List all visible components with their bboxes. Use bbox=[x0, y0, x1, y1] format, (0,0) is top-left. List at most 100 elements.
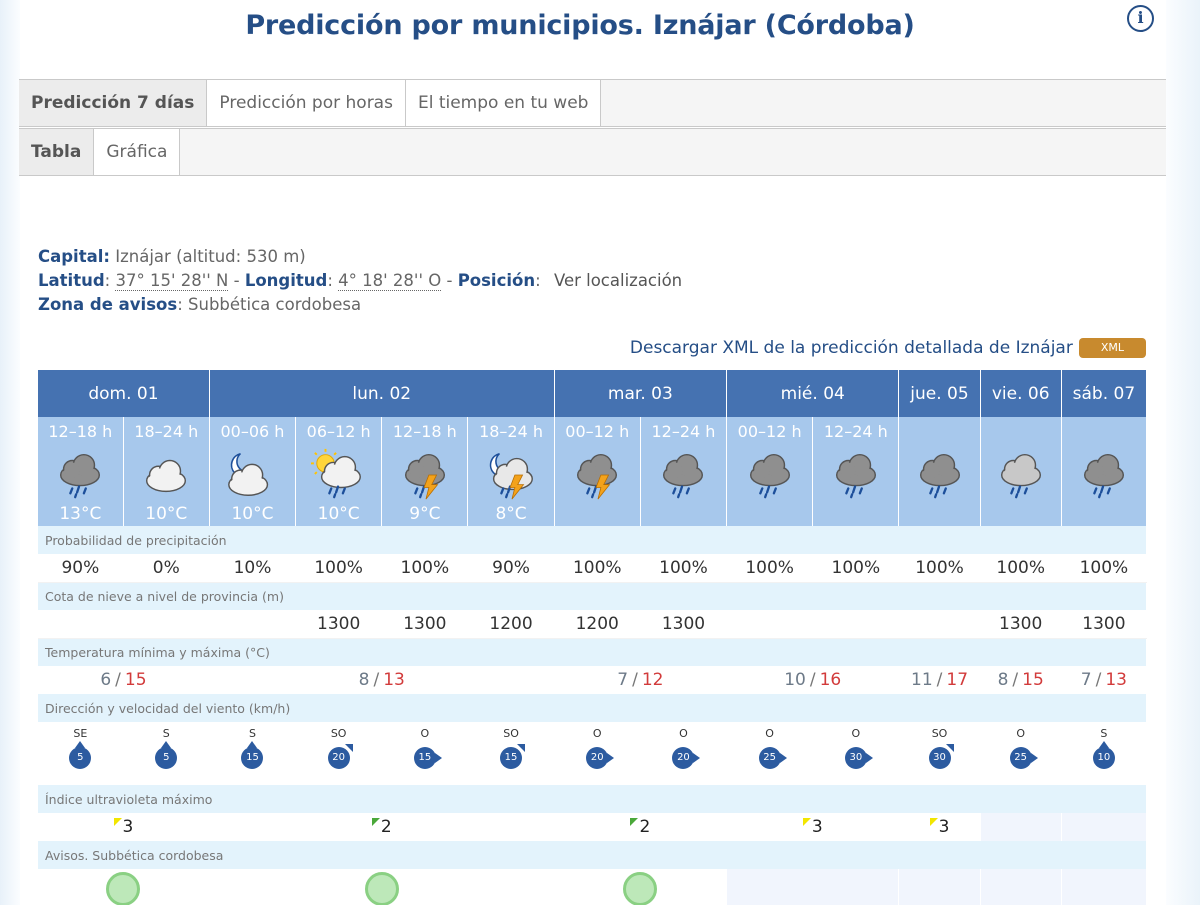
download-xml-link[interactable]: Descargar XML de la predicción detallada… bbox=[630, 338, 1073, 358]
uv-label: Índice ultravioleta máximo bbox=[38, 785, 1147, 813]
period-cell: 12–24 h bbox=[640, 417, 728, 526]
precip-cell: 100% bbox=[554, 554, 641, 583]
warning-cell bbox=[554, 869, 728, 905]
rain-cloud-icon bbox=[919, 453, 960, 499]
day-header: dom. 01 bbox=[38, 370, 210, 417]
xml-badge-button[interactable]: XML bbox=[1078, 338, 1146, 358]
right-background-rail bbox=[1166, 0, 1200, 905]
precip-cell: 90% bbox=[38, 554, 124, 583]
warning-cell bbox=[726, 869, 900, 905]
temp-min: 6 bbox=[100, 670, 112, 690]
tab-el-tiempo-en-tu-web[interactable]: El tiempo en tu web bbox=[405, 80, 602, 126]
period-cell: 00–12 h bbox=[554, 417, 641, 526]
temp-separator: / bbox=[809, 670, 816, 690]
period-cell: 12–18 h 13°C bbox=[38, 417, 124, 526]
uv-value: 3 bbox=[938, 817, 950, 837]
green-warning-circle-icon[interactable] bbox=[364, 872, 399, 905]
label-row: Dirección y velocidad del viento (km/h) bbox=[38, 694, 1147, 722]
ver-localizacion-link[interactable]: Ver localización bbox=[554, 271, 682, 290]
green-warning-circle-icon[interactable] bbox=[106, 872, 141, 905]
warning-zone-label: Zona de avisos bbox=[38, 295, 178, 314]
wind-arrow-icon bbox=[161, 741, 172, 748]
wind-cell: SO 20 bbox=[295, 722, 383, 785]
warnings-label: Avisos. Subbética cordobesa bbox=[38, 841, 1147, 869]
day-header: sáb. 07 bbox=[1061, 370, 1148, 417]
storm-rain-icon bbox=[577, 453, 618, 500]
uv-cell bbox=[980, 813, 1062, 841]
period-cell: 06–12 h 10°C bbox=[295, 417, 383, 526]
snow-cell bbox=[209, 610, 297, 639]
period-hours: 00–06 h bbox=[220, 422, 285, 441]
period-hours: 12–24 h bbox=[823, 422, 888, 441]
wind-row: SE 5 S 5 S 15 SO 20 O 15 SO 15 O 20 O 20 O 25 O 30 SO 30 O 25 S 1… bbox=[38, 722, 1148, 785]
wind-cell: SE 5 bbox=[38, 722, 124, 785]
tab-prediccion-7-dias[interactable]: Predicción 7 días bbox=[19, 80, 208, 126]
snow-cell: 1300 bbox=[640, 610, 728, 639]
rain-cloud-icon bbox=[835, 453, 876, 499]
wind-arrow-icon bbox=[344, 744, 353, 752]
temp-max: 15 bbox=[1022, 670, 1044, 690]
wind-arrow-icon bbox=[517, 744, 526, 752]
info-icon[interactable]: i bbox=[1127, 5, 1154, 32]
period-cell: 00–12 h bbox=[726, 417, 814, 526]
wind-cell: S5 bbox=[123, 722, 210, 785]
wind-direction: SO bbox=[503, 727, 519, 740]
wind-speed: 30 bbox=[849, 752, 863, 763]
wind-speed-badge: 20 bbox=[586, 747, 615, 769]
uv-value: 3 bbox=[811, 817, 823, 837]
wind-arrow-icon bbox=[1030, 753, 1038, 763]
wind-speed-badge: 15 bbox=[500, 744, 526, 769]
tab-grafica[interactable]: Gráfica bbox=[94, 129, 181, 175]
temp-cell: 7/12 bbox=[554, 666, 728, 694]
temp-min: 7 bbox=[1080, 670, 1092, 690]
wind-speed: 20 bbox=[332, 752, 346, 763]
precip-cell: 100% bbox=[980, 554, 1062, 583]
wind-cell: O 20 bbox=[554, 722, 641, 785]
temp-separator: / bbox=[936, 670, 943, 690]
wind-direction: S bbox=[162, 727, 170, 740]
wind-speed-badge: 30 bbox=[928, 744, 954, 769]
precip-cell: 100% bbox=[1061, 554, 1148, 583]
tab-bar-filler bbox=[180, 129, 1166, 175]
tab-tabla[interactable]: Tabla bbox=[19, 129, 95, 175]
snow-cell bbox=[38, 610, 124, 639]
day-header: jue. 05 bbox=[898, 370, 981, 417]
wind-speed: 5 bbox=[163, 752, 170, 763]
period-hours: 06–12 h bbox=[306, 422, 371, 441]
temp-max: 15 bbox=[124, 670, 147, 690]
temp-max: 13 bbox=[383, 670, 405, 690]
wind-speed: 20 bbox=[677, 752, 690, 763]
temp-min: 10 bbox=[784, 670, 806, 690]
uv-level-flag-icon bbox=[929, 818, 938, 826]
period-hours: 00–12 h bbox=[737, 422, 802, 441]
temp-cell: 11/17 bbox=[898, 666, 981, 694]
uv-level-flag-icon bbox=[630, 818, 639, 826]
uv-cell: 2 bbox=[209, 813, 555, 841]
uv-value: 2 bbox=[639, 817, 651, 837]
label-row: Cota de nieve a nivel de provincia (m) bbox=[38, 582, 1147, 610]
period-hours: 12–24 h bbox=[651, 422, 716, 441]
period-hours bbox=[1062, 422, 1146, 442]
wind-speed-badge: 15 bbox=[241, 741, 264, 769]
day-header: mié. 04 bbox=[726, 370, 900, 417]
temp-row: 6/15 8/13 7/12 10/16 11/17 8/15 7/13 bbox=[38, 666, 1148, 694]
moon-storm-icon bbox=[489, 452, 534, 500]
wind-speed: 25 bbox=[763, 752, 776, 763]
day-header: lun. 02 bbox=[209, 370, 555, 417]
rain-cloud-icon bbox=[749, 453, 790, 499]
tab-prediccion-por-horas[interactable]: Predicción por horas bbox=[207, 80, 406, 126]
snow-cell: 1300 bbox=[295, 610, 383, 639]
green-warning-circle-icon[interactable] bbox=[623, 872, 658, 905]
period-cell: 12–18 h 9°C bbox=[381, 417, 469, 526]
wind-arrow-icon bbox=[945, 744, 954, 752]
warning-cell bbox=[980, 869, 1062, 905]
wind-cell: O 25 bbox=[726, 722, 814, 785]
uv-level-flag-icon bbox=[371, 818, 380, 826]
day-header-row: dom. 01 lun. 02 mar. 03 mié. 04 jue. 05 … bbox=[38, 370, 1148, 417]
wind-direction: SO bbox=[931, 727, 948, 740]
snow-cell bbox=[726, 610, 814, 639]
wind-direction: O bbox=[851, 727, 861, 740]
wind-direction: O bbox=[592, 727, 602, 740]
uv-cell: 3 bbox=[38, 813, 210, 841]
wind-arrow-icon bbox=[434, 753, 442, 763]
